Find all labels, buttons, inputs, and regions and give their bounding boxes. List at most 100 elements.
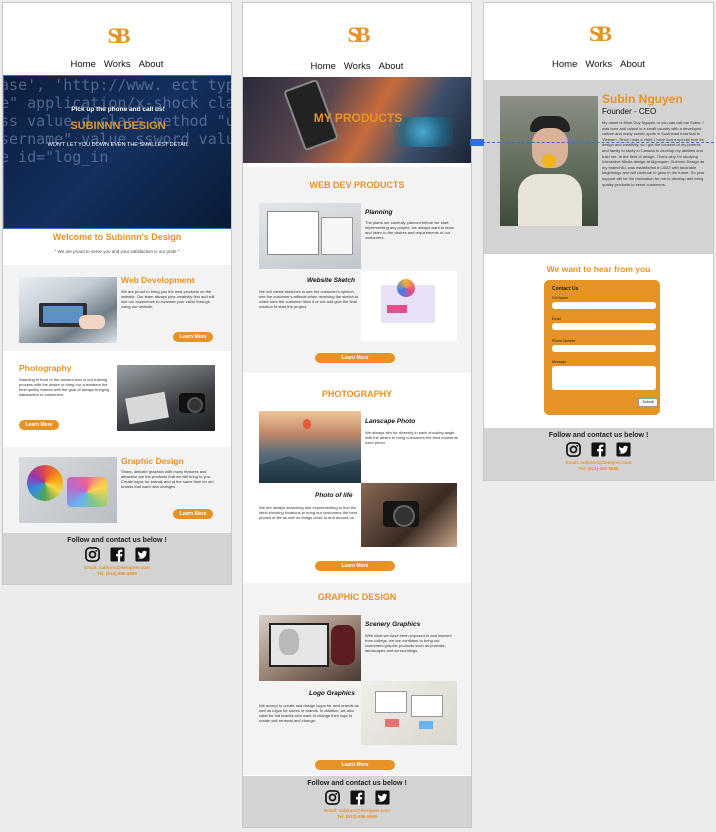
social-icons <box>484 442 713 457</box>
nav-about[interactable]: About <box>379 61 404 72</box>
logo-graphics-heading: Logo Graphics <box>309 690 355 697</box>
founder-photo <box>500 96 598 226</box>
web-dev-title: Web Development <box>121 275 195 285</box>
prototype-connector <box>472 142 714 143</box>
facebook-icon[interactable] <box>349 790 365 805</box>
footer-tel[interactable]: Tel: (613)-686-8686 <box>484 466 713 471</box>
service-web-dev: Web Development We are proud to bring yo… <box>3 265 231 351</box>
photography-learn-more-button[interactable]: Learn More <box>19 420 59 430</box>
founder-name: Subin Nguyen <box>602 92 683 106</box>
logo[interactable]: SB <box>583 19 615 49</box>
web-dev-learn-more-button[interactable]: Learn More <box>173 332 213 342</box>
logo-graphics-photo <box>361 681 457 745</box>
footer-title: Follow and contact us below ! <box>307 780 407 787</box>
web-dev-learn-more-button[interactable]: Learn More <box>315 353 395 363</box>
graphic-design-learn-more-button[interactable]: Learn More <box>173 509 213 519</box>
home-page-frame: SB Home Works About ase', 'http://www. e… <box>2 2 232 585</box>
footer-email[interactable]: Email: subinnn@designer.com <box>3 565 231 570</box>
scenery-graphics-photo <box>259 615 361 681</box>
phone-field[interactable] <box>552 345 656 352</box>
graphic-design-photo <box>19 457 117 523</box>
graphic-design-learn-more-button[interactable]: Learn More <box>315 760 395 770</box>
phone-label: Phone Number <box>552 339 576 343</box>
photography-section: PHOTOGRAPHY Lanscape Photo We always aim… <box>243 375 471 581</box>
photography-learn-more-button[interactable]: Learn More <box>315 561 395 571</box>
welcome-heading: Welcome to Subinnn's Design <box>52 232 182 242</box>
main-nav: Home Works About <box>3 59 231 70</box>
web-dev-products-section: WEB DEV PRODUCTS Planning The plans are … <box>243 167 471 373</box>
nav-home[interactable]: Home <box>311 61 336 72</box>
full-name-label: Full Name <box>552 296 568 300</box>
prototype-connector-handle[interactable] <box>470 139 484 146</box>
logo-graphics-text: We accept to create and design logos for… <box>259 703 359 723</box>
footer-email[interactable]: Email: subinnn@designer.com <box>243 808 471 813</box>
footer-email[interactable]: Email: subinnn@designer.com <box>484 460 713 465</box>
nav-home[interactable]: Home <box>552 59 577 70</box>
founder-bio: My name is Minh Duy Nguyen or you can ca… <box>602 120 705 187</box>
landscape-heading: Lanscape Photo <box>365 418 416 425</box>
scenery-graphics-heading: Scenery Graphics <box>365 621 421 628</box>
scenery-graphics-text: With what we have been exposed to and le… <box>365 633 452 653</box>
web-dev-photo <box>19 277 117 343</box>
photo-of-life-photo <box>361 483 457 547</box>
footer-tel[interactable]: Tel: (613)-686-8686 <box>243 814 471 819</box>
main-nav: Home Works About <box>484 59 713 70</box>
contact-form-title: Contact Us <box>552 286 579 292</box>
twitter-icon[interactable] <box>134 547 150 562</box>
logo-mark: SB <box>107 23 131 48</box>
about-footer: Follow and contact us below ! Email: sub… <box>484 428 713 480</box>
graphic-design-section: GRAPHIC DESIGN Scenery Graphics With wha… <box>243 583 471 775</box>
logo-mark: SB <box>347 22 371 47</box>
logo[interactable]: SB <box>341 20 373 50</box>
logo-mark: SB <box>589 21 612 46</box>
instagram-icon[interactable] <box>324 790 340 805</box>
nav-works[interactable]: Works <box>344 61 371 72</box>
twitter-icon[interactable] <box>616 442 631 457</box>
service-photography: Photography Standing in front of the cam… <box>3 353 231 445</box>
works-page-frame: SB Home Works About MY PRODUCTS WEB DEV … <box>242 2 472 828</box>
contact-form: Contact Us Full Name Email Phone Number … <box>544 280 660 415</box>
message-field[interactable] <box>552 366 656 390</box>
hero-title: SUBINNN DESIGN <box>70 120 166 132</box>
service-graphic-design: Graphic Design Sharp, delicate graphics … <box>3 447 231 533</box>
planning-photo <box>259 203 361 269</box>
social-icons <box>3 547 231 562</box>
instagram-icon[interactable] <box>566 442 581 457</box>
graphic-design-text: Sharp, delicate graphics with many featu… <box>121 469 214 489</box>
graphic-design-title: GRAPHIC DESIGN <box>317 592 397 602</box>
products-banner: MY PRODUCTS <box>243 77 471 163</box>
main-nav: Home Works About <box>243 61 471 72</box>
photo-of-life-text: We are always searching and experimentin… <box>259 505 357 520</box>
submit-button[interactable]: Submit <box>638 398 658 407</box>
landscape-text: We always aim for diversity in each shoo… <box>365 430 458 445</box>
photo-of-life-heading: Photo of life <box>315 492 353 499</box>
photography-photo <box>117 365 215 431</box>
email-field[interactable] <box>552 323 656 330</box>
photography-text: Standing in front of the camera lens is … <box>19 377 110 397</box>
nav-works[interactable]: Works <box>585 59 612 70</box>
email-label: Email <box>552 317 561 321</box>
full-name-field[interactable] <box>552 302 656 309</box>
pride-quote: " We are proud to serve you and your sat… <box>54 249 180 254</box>
logo[interactable]: SB <box>101 21 133 51</box>
instagram-icon[interactable] <box>84 547 100 562</box>
twitter-icon[interactable] <box>374 790 390 805</box>
hero-subline: WON'T LET YOU DOWN EVEN THE SMALLEST DET… <box>47 142 189 148</box>
website-sketch-heading: Website Sketch <box>307 277 355 284</box>
planning-heading: Planning <box>365 209 393 216</box>
footer-tel[interactable]: Tel: (613)-686-8686 <box>3 571 231 576</box>
nav-about[interactable]: About <box>620 59 645 70</box>
facebook-icon[interactable] <box>591 442 606 457</box>
nav-about[interactable]: About <box>139 59 164 70</box>
social-icons <box>243 790 471 805</box>
facebook-icon[interactable] <box>109 547 125 562</box>
nav-home[interactable]: Home <box>71 59 96 70</box>
hero-call-line: Pick up the phone and call us! <box>71 106 165 113</box>
photography-title: Photography <box>19 363 72 373</box>
landscape-photo <box>259 411 361 483</box>
nav-works[interactable]: Works <box>104 59 131 70</box>
works-footer: Follow and contact us below ! Email: sub… <box>243 776 471 827</box>
web-dev-text: We are proud to bring you the best produ… <box>121 289 215 309</box>
founder-role: Founder - CEO <box>602 107 657 116</box>
graphic-design-title: Graphic Design <box>121 456 184 466</box>
